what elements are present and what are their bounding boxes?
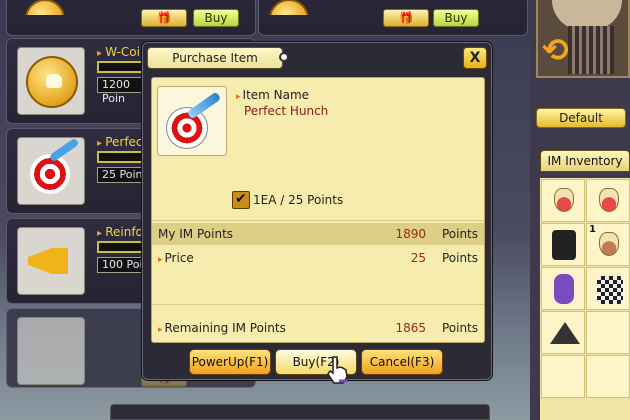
inventory-slot[interactable] — [586, 179, 630, 222]
inventory-slot[interactable] — [541, 311, 585, 354]
purchase-item-dialog: Purchase Item X Item Name Perfect Hunch … — [142, 42, 492, 380]
shop-item-card: 🎁 Buy — [6, 0, 256, 36]
checkered-outfit-icon — [597, 276, 623, 304]
remaining-points-row: Remaining IM Points 1865 Points — [152, 317, 484, 339]
inventory-slot[interactable] — [541, 179, 585, 222]
item-icon-frame — [17, 137, 85, 205]
default-button[interactable]: Default — [536, 108, 626, 128]
cancel-button[interactable]: Cancel(F3) — [361, 349, 443, 375]
item-title: Reinfor — [97, 225, 148, 239]
shop-item-card: 🎁 Buy — [258, 0, 528, 36]
price-label: Price — [158, 247, 194, 271]
inventory-slot[interactable] — [586, 355, 630, 398]
dialog-body: Item Name Perfect Hunch 1EA / 25 Points … — [151, 77, 485, 343]
inventory-slot[interactable]: 1 — [586, 223, 630, 266]
price-value: 25 — [410, 251, 426, 265]
outfit-icon — [552, 230, 576, 260]
inventory-slot[interactable] — [541, 267, 585, 310]
coin-icon — [25, 0, 65, 15]
quantity-text: 1EA / 25 Points — [253, 193, 344, 207]
dart-icon — [48, 137, 80, 163]
product-icon-frame — [157, 86, 227, 156]
inventory-slot[interactable] — [541, 355, 585, 398]
tab-im-inventory[interactable]: IM Inventory — [540, 150, 630, 172]
coin-icon — [269, 0, 309, 15]
divider — [152, 304, 484, 305]
inventory-slot[interactable] — [586, 267, 630, 310]
dartboard-icon — [30, 154, 70, 194]
my-points-row: My IM Points 1890 Points — [152, 223, 484, 245]
rotate-arrow-icon[interactable]: ⟲ — [542, 34, 569, 66]
potion-icon — [599, 188, 619, 212]
glove-icon — [554, 274, 574, 304]
item-count-badge: 1 — [589, 224, 596, 235]
megaphone-icon — [28, 248, 68, 274]
title-knob-icon — [279, 52, 289, 62]
remaining-points-value: 1865 — [395, 321, 426, 335]
item-icon-frame — [17, 47, 85, 115]
buy-button[interactable]: Buy — [433, 9, 479, 27]
dialog-title: Purchase Item — [147, 47, 283, 69]
w-coin-icon — [26, 56, 78, 108]
quantity-checkbox[interactable] — [232, 191, 250, 209]
points-unit: Points — [441, 321, 478, 335]
item-icon-frame — [17, 227, 85, 295]
inventory-slot[interactable] — [586, 311, 630, 354]
points-unit: Points — [441, 227, 478, 241]
inventory-grid: 1 — [540, 178, 630, 420]
my-points-label: My IM Points — [158, 227, 234, 241]
avatar-preview: ⟲ — [536, 0, 630, 78]
gift-button[interactable]: 🎁 — [141, 9, 187, 27]
item-icon-frame — [17, 317, 85, 385]
avatar-hair — [568, 26, 614, 74]
bottom-bar — [110, 404, 490, 420]
witch-hat-icon — [550, 322, 580, 344]
item-name-label: Item Name — [236, 88, 310, 102]
price-row: Price 25 Points — [152, 247, 484, 269]
close-button[interactable]: X — [463, 47, 487, 69]
item-title: Perfect — [97, 135, 147, 149]
powerup-button[interactable]: PowerUp(F1) — [189, 349, 271, 375]
buy-button[interactable]: Buy — [193, 9, 239, 27]
points-unit: Points — [441, 251, 478, 265]
gift-button[interactable]: 🎁 — [383, 9, 429, 27]
divider — [152, 220, 484, 221]
hand-cursor-icon — [327, 356, 348, 384]
item-title: W-Coin — [97, 45, 147, 59]
potion-icon — [554, 188, 574, 212]
item-name-value: Perfect Hunch — [244, 104, 329, 118]
remaining-points-label: Remaining IM Points — [158, 317, 286, 341]
my-points-value: 1890 — [395, 227, 426, 241]
pet-icon — [599, 232, 619, 256]
inventory-slot[interactable] — [541, 223, 585, 266]
